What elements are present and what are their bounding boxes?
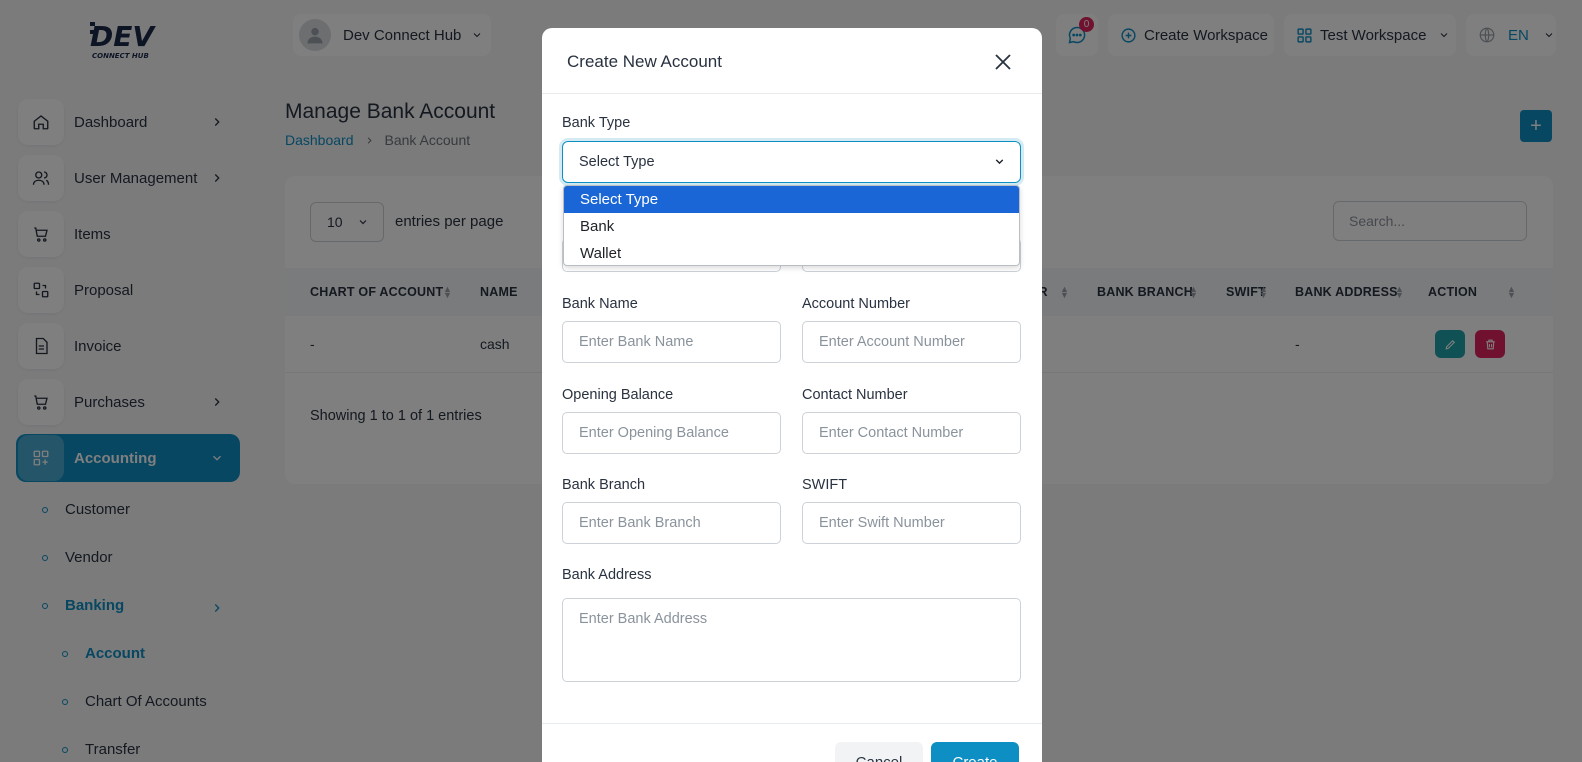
create-button[interactable]: Create [931,742,1019,762]
bank-name-label: Bank Name [562,296,638,312]
bank-type-label: Bank Type [562,115,631,131]
divider [542,723,1042,724]
create-account-modal: Create New Account Bank Type Select Type… [542,28,1042,762]
bank-type-select[interactable]: Select Type [562,141,1021,183]
bank-type-dropdown: Select Type Bank Wallet [563,185,1020,266]
bank-address-label: Bank Address [562,567,652,583]
modal-title: Create New Account [567,52,722,71]
swift-label: SWIFT [802,477,848,493]
option-select-type[interactable]: Select Type [564,186,1019,213]
bank-branch-label: Bank Branch [562,477,646,493]
contact-number-input[interactable]: Enter Contact Number [802,412,1021,454]
opening-balance-input[interactable]: Enter Opening Balance [562,412,781,454]
account-number-label: Account Number [802,296,910,312]
option-wallet[interactable]: Wallet [564,240,1019,265]
bank-branch-input[interactable]: Enter Bank Branch [562,502,781,544]
account-number-input[interactable]: Enter Account Number [802,321,1021,363]
bank-name-input[interactable]: Enter Bank Name [562,321,781,363]
bank-address-textarea[interactable]: Enter Bank Address [562,598,1021,682]
divider [542,93,1042,94]
swift-input[interactable]: Enter Swift Number [802,502,1021,544]
close-icon[interactable] [991,50,1015,74]
option-bank[interactable]: Bank [564,213,1019,240]
opening-balance-label: Opening Balance [562,387,674,403]
bank-type-value: Select Type [579,154,655,170]
contact-number-label: Contact Number [802,387,908,403]
cancel-button[interactable]: Cancel [835,742,923,762]
chevron-down-icon [995,159,1004,165]
